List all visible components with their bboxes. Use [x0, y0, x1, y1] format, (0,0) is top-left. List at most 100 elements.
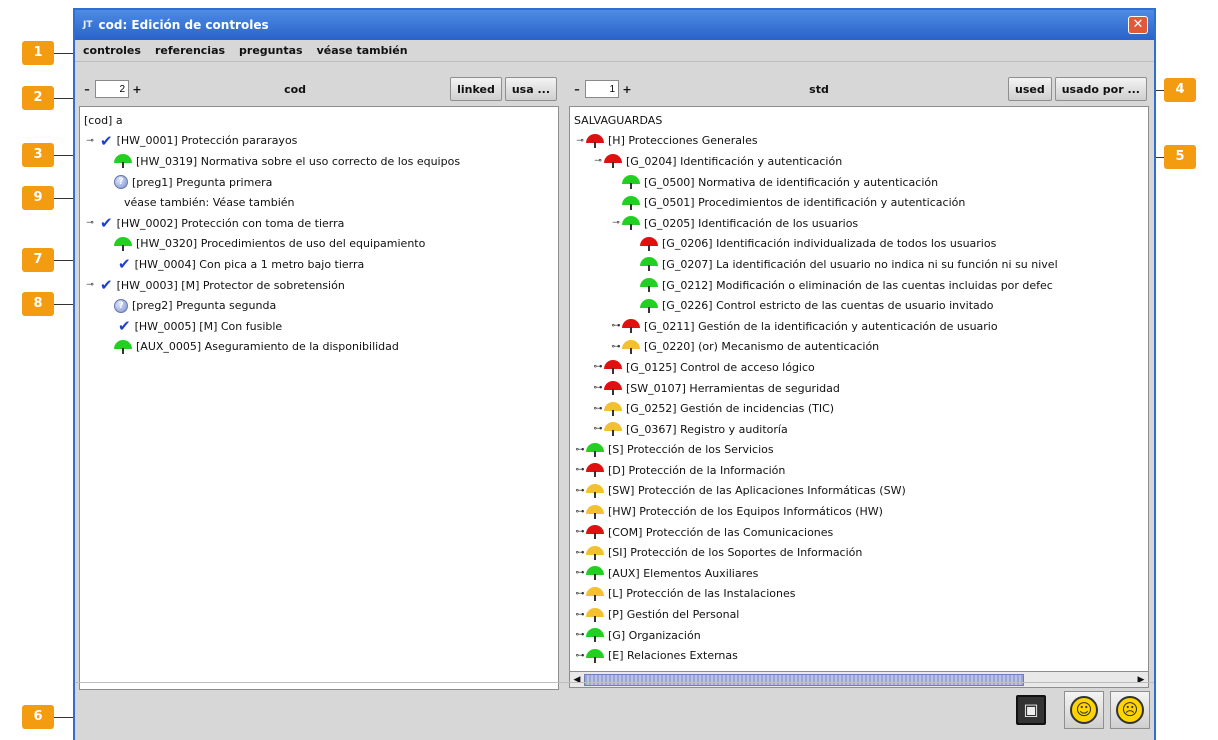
expand-toggle-icon[interactable]: ⊶ [574, 589, 586, 599]
tree-row[interactable]: ⊶ [AUX] Elementos Auxiliares [574, 563, 1144, 584]
expand-toggle-icon[interactable]: ⊶ [574, 507, 586, 517]
expand-toggle-icon[interactable]: ⊶ [610, 321, 622, 331]
tree-row[interactable]: SALVAGUARDAS [574, 110, 1144, 131]
decrement-button[interactable]: – [571, 83, 583, 96]
tree-row[interactable]: ⊶ [G_0367] Registro y auditoría [574, 419, 1144, 440]
tree-row[interactable]: [G_0500] Normativa de identificación y a… [574, 172, 1144, 193]
left-depth-input[interactable] [95, 80, 129, 98]
tree-row[interactable]: ⊸ ✔ [HW_0003] [M] Protector de sobretensió… [84, 275, 554, 296]
tree-row[interactable]: [G_0206] Identificación individualizada … [574, 234, 1144, 255]
green-umbrella-icon [114, 154, 132, 169]
tree-row[interactable]: ⊸ [G_0205] Identificación de los usuarios [574, 213, 1144, 234]
tree-row[interactable]: ⊸ [G_0204] Identificación y autenticación [574, 151, 1144, 172]
right-tree[interactable]: SALVAGUARDAS ⊸ [H] Protecciones Generales ⊸… [569, 106, 1149, 672]
expand-toggle-icon[interactable]: ⊶ [610, 342, 622, 352]
expand-toggle-icon[interactable]: ⊶ [592, 404, 604, 414]
used-button[interactable]: used [1007, 77, 1052, 101]
happy-button[interactable]: ☺ [1064, 691, 1104, 729]
expand-toggle-icon[interactable]: ⊸ [84, 280, 96, 290]
tree-row[interactable]: véase también: Véase también [84, 192, 554, 213]
tree-row[interactable]: ✔ [HW_0004] Con pica a 1 metro bajo tierr… [84, 254, 554, 275]
tree-row-label: [L] Protección de las Instalaciones [608, 587, 796, 601]
tree-row[interactable]: ⊶ [P] Gestión del Personal [574, 604, 1144, 625]
right-pane: – + std used usado por ... SALVAGUARDAS ⊸… [569, 72, 1149, 688]
checkmark-icon: ✔ [118, 317, 131, 336]
tree-row[interactable]: ⊶ [HW] Protección de los Equipos Informát… [574, 501, 1144, 522]
tree-row[interactable]: ⊶ [G_0220] (or) Mecanismo de autenticació… [574, 337, 1144, 358]
expand-toggle-icon[interactable]: ⊶ [574, 527, 586, 537]
tree-row-label: [D] Protección de la Información [608, 463, 786, 477]
expand-toggle-icon[interactable]: ⊸ [84, 136, 96, 146]
tree-row[interactable]: ⊶ [E] Relaciones Externas [574, 645, 1144, 666]
decrement-button[interactable]: – [81, 83, 93, 96]
usa-button[interactable]: usa ... [504, 77, 557, 101]
expand-toggle-icon[interactable]: ⊶ [574, 445, 586, 455]
tree-row[interactable]: ⊶ [G_0211] Gestión de la identificación y… [574, 316, 1144, 337]
green-umbrella-icon [640, 257, 658, 272]
red-umbrella-icon [604, 381, 622, 396]
tree-row[interactable]: [G_0226] Control estricto de las cuentas… [574, 295, 1144, 316]
right-depth-input[interactable] [585, 80, 619, 98]
expand-toggle-icon[interactable]: ⊶ [574, 630, 586, 640]
expand-toggle-icon[interactable]: ⊶ [574, 610, 586, 620]
tree-row[interactable]: [HW_0319] Normativa sobre el uso correct… [84, 151, 554, 172]
linked-button[interactable]: linked [450, 77, 502, 101]
yellow-umbrella-icon [604, 422, 622, 437]
tree-row[interactable]: [AUX_0005] Aseguramiento de la disponibi… [84, 337, 554, 358]
tree-row[interactable]: ⊶ [SW] Protección de las Aplicaciones Inf… [574, 481, 1144, 502]
tree-row[interactable]: ⊸ [H] Protecciones Generales [574, 131, 1144, 152]
tree-row[interactable]: [G_0501] Procedimientos de identificació… [574, 192, 1144, 213]
sad-button[interactable]: ☹ [1110, 691, 1150, 729]
tree-row[interactable]: ✔ [HW_0005] [M] Con fusible [84, 316, 554, 337]
tree-row[interactable]: ⊶ [G_0125] Control de acceso lógico [574, 357, 1144, 378]
tree-row[interactable]: [HW_0320] Procedimientos de uso del equi… [84, 234, 554, 255]
expand-toggle-icon[interactable]: ⊸ [574, 136, 586, 146]
expand-toggle-icon[interactable]: ⊶ [574, 465, 586, 475]
callout-1: 1 [22, 41, 54, 65]
tree-row[interactable]: ⊸ ✔ [HW_0001] Protección pararayos [84, 131, 554, 152]
tree-row[interactable]: ⊶ [SW_0107] Herramientas de seguridad [574, 378, 1144, 399]
close-button[interactable]: ✕ [1128, 16, 1148, 34]
expand-toggle-icon[interactable]: ⊶ [592, 424, 604, 434]
expand-toggle-icon[interactable]: ⊸ [610, 218, 622, 228]
green-umbrella-icon [622, 195, 640, 210]
menu-referencias[interactable]: referencias [155, 44, 225, 57]
floppy-disk-icon[interactable]: ▣ [1016, 695, 1046, 725]
expand-toggle-icon[interactable]: ⊶ [574, 568, 586, 578]
increment-button[interactable]: + [621, 83, 633, 96]
expand-toggle-icon[interactable]: ⊶ [574, 548, 586, 558]
tree-row[interactable]: [G_0207] La identificación del usuario n… [574, 254, 1144, 275]
usado-por-button[interactable]: usado por ... [1054, 77, 1147, 101]
tree-row[interactable]: ⊶ [G_0252] Gestión de incidencias (TIC) [574, 398, 1144, 419]
tree-row-label: [G_0501] Procedimientos de identificació… [644, 196, 966, 210]
menu-preguntas[interactable]: preguntas [239, 44, 303, 57]
window-title: cod: Edición de controles [98, 18, 269, 32]
expand-toggle-icon[interactable]: ⊸ [84, 218, 96, 228]
tree-row[interactable]: [cod] a [84, 110, 554, 131]
left-tree[interactable]: [cod] a ⊸ ✔ [HW_0001] Protección pararayos[… [79, 106, 559, 690]
green-umbrella-icon [640, 298, 658, 313]
tree-row[interactable]: [G_0212] Modificación o eliminación de l… [574, 275, 1144, 296]
menu-vease-tambien[interactable]: véase también [317, 44, 408, 57]
tree-row[interactable]: ? [preg1] Pregunta primera [84, 172, 554, 193]
green-umbrella-icon [114, 236, 132, 251]
tree-row[interactable]: ⊶ [L] Protección de las Instalaciones [574, 584, 1144, 605]
increment-button[interactable]: + [131, 83, 143, 96]
tree-row[interactable]: ⊶ [S] Protección de los Servicios [574, 440, 1144, 461]
question-icon: ? [114, 298, 128, 313]
expand-toggle-icon[interactable]: ⊶ [592, 362, 604, 372]
tree-row[interactable]: ⊶ [COM] Protección de las Comunicaciones [574, 522, 1144, 543]
expand-toggle-icon[interactable]: ⊶ [574, 486, 586, 496]
tree-row[interactable]: ⊸ ✔ [HW_0002] Protección con toma de tierr… [84, 213, 554, 234]
tree-row[interactable]: ⊶ [G] Organización [574, 625, 1144, 646]
tree-row-label: [HW_0320] Procedimientos de uso del equi… [136, 237, 426, 251]
expand-toggle-icon[interactable]: ⊶ [574, 651, 586, 661]
green-umbrella-icon [586, 628, 604, 643]
expand-toggle-icon[interactable]: ⊸ [592, 156, 604, 166]
tree-row[interactable]: ? [preg2] Pregunta segunda [84, 295, 554, 316]
menu-controles[interactable]: controles [83, 44, 141, 57]
tree-row-label: [G] Organización [608, 628, 701, 642]
expand-toggle-icon[interactable]: ⊶ [592, 383, 604, 393]
tree-row[interactable]: ⊶ [D] Protección de la Información [574, 460, 1144, 481]
tree-row[interactable]: ⊶ [SI] Protección de los Soportes de Info… [574, 542, 1144, 563]
